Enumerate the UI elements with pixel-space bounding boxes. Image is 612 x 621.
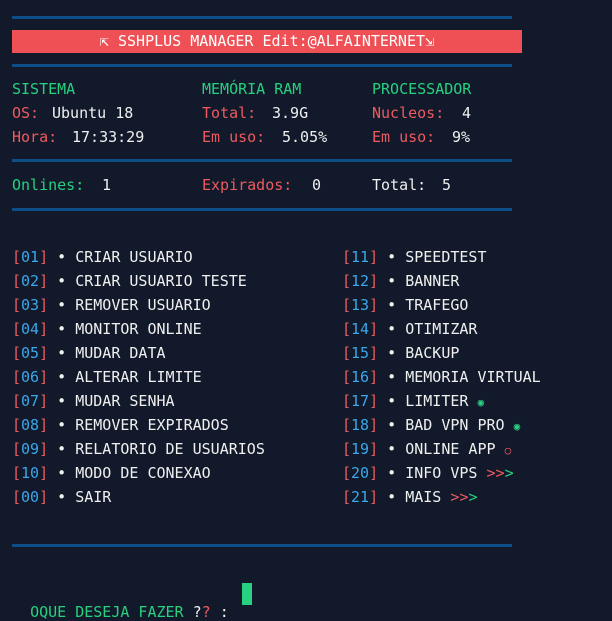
status-on-icon: ◉	[513, 420, 521, 433]
menu-item-01[interactable]: [01] • CRIAR USUARIO	[12, 248, 193, 266]
menu-item-07[interactable]: [07] • MUDAR SENHA	[12, 392, 175, 410]
divider-top	[12, 16, 512, 19]
memory-used-label: Em uso:	[202, 128, 266, 146]
menu-item-20[interactable]: [20] • INFO VPS >>>	[342, 464, 514, 482]
online-label: Onlines:	[12, 176, 85, 194]
total-label: Total:	[372, 176, 427, 194]
divider-bottom	[12, 544, 512, 547]
memory-total-value: 3.9G	[272, 104, 309, 122]
time-value: 17:33:29	[72, 128, 145, 146]
menu-item-10[interactable]: [10] • MODO DE CONEXAO	[12, 464, 211, 482]
status-off-icon: ○	[504, 444, 512, 457]
menu-item-14[interactable]: [14] • OTIMIZAR	[342, 320, 477, 338]
online-value: 1	[102, 176, 112, 194]
time-label: Hora:	[12, 128, 58, 146]
menu-item-03[interactable]: [03] • REMOVER USUARIO	[12, 296, 211, 314]
total-value: 5	[442, 176, 452, 194]
menu-item-15[interactable]: [15] • BACKUP	[342, 344, 459, 362]
more-arrows-icon: >>>	[450, 488, 478, 506]
menu-item-21[interactable]: [21] • MAIS >>>	[342, 488, 477, 506]
divider-info	[12, 159, 512, 162]
cpu-cores-value: 4	[462, 104, 472, 122]
system-title: SISTEMA	[12, 80, 76, 98]
header-banner: ⇱ SSHPLUS MANAGER Edit:@ALFAINTERNET⇲	[12, 30, 522, 53]
menu-item-11[interactable]: [11] • SPEEDTEST	[342, 248, 487, 266]
cpu-used-label: Em uso:	[372, 128, 436, 146]
divider-header	[12, 64, 512, 67]
menu-item-13[interactable]: [13] • TRAFEGO	[342, 296, 468, 314]
cpu-title: PROCESSADOR	[372, 80, 472, 98]
expired-value: 0	[312, 176, 322, 194]
menu-item-06[interactable]: [06] • ALTERAR LIMITE	[12, 368, 202, 386]
os-value: Ubuntu 18	[52, 104, 134, 122]
menu-item-02[interactable]: [02] • CRIAR USUARIO TESTE	[12, 272, 247, 290]
expired-label: Expirados:	[202, 176, 293, 194]
menu-item-18[interactable]: [18] • BAD VPN PRO ◉	[342, 416, 520, 436]
menu-item-12[interactable]: [12] • BANNER	[342, 272, 459, 290]
memory-title: MEMÓRIA RAM	[202, 80, 302, 98]
menu-item-05[interactable]: [05] • MUDAR DATA	[12, 344, 166, 362]
menu-item-08[interactable]: [08] • REMOVER EXPIRADOS	[12, 416, 229, 434]
memory-used-value: 5.05%	[282, 128, 328, 146]
divider-stats	[12, 208, 512, 211]
menu-item-17[interactable]: [17] • LIMITER ◉	[342, 392, 484, 412]
cpu-used-value: 9%	[452, 128, 471, 146]
menu-item-04[interactable]: [04] • MONITOR ONLINE	[12, 320, 202, 338]
memory-total-label: Total:	[202, 104, 257, 122]
cpu-cores-label: Nucleos:	[372, 104, 445, 122]
menu-item-09[interactable]: [09] • RELATORIO DE USUARIOS	[12, 440, 265, 458]
more-arrows-icon: >>>	[486, 464, 514, 482]
command-prompt: OQUE DESEJA FAZER ?? :	[30, 603, 229, 621]
menu-item-00[interactable]: [00] • SAIR	[12, 488, 111, 506]
prompt-text: OQUE DESEJA FAZER	[30, 603, 184, 621]
menu-item-19[interactable]: [19] • ONLINE APP ○	[342, 440, 511, 460]
status-on-icon: ◉	[477, 396, 485, 409]
input-cursor[interactable]	[242, 583, 252, 605]
os-label: OS:	[12, 104, 40, 122]
menu-item-16[interactable]: [16] • MEMORIA VIRTUAL	[342, 368, 541, 386]
